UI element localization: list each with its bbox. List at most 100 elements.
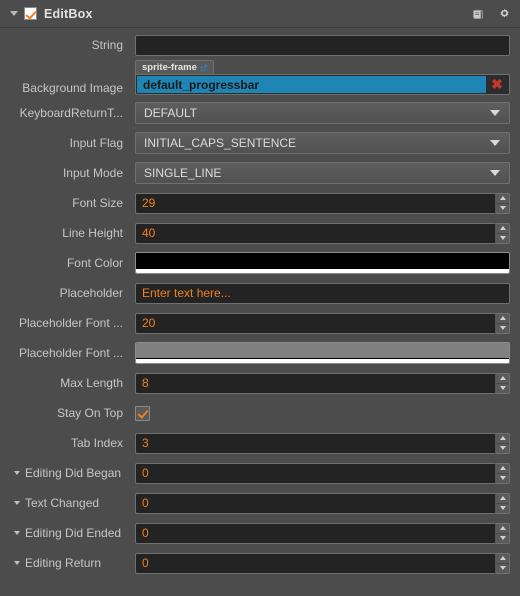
stepper-down-button[interactable] bbox=[496, 474, 509, 483]
stepper-down-button[interactable] bbox=[496, 234, 509, 243]
event-label-text: Editing Did Ended bbox=[25, 526, 122, 540]
tab-index-stepper[interactable] bbox=[495, 432, 510, 454]
label-keyboard-return-type: KeyboardReturnT... bbox=[19, 106, 123, 120]
editing-did-ended-input[interactable]: 0 bbox=[135, 522, 495, 544]
line-height-input[interactable]: 40 bbox=[135, 222, 495, 244]
keyboard-return-type-value: DEFAULT bbox=[144, 106, 198, 120]
expand-triangle-icon[interactable] bbox=[14, 561, 20, 565]
field-placeholder-font-color bbox=[135, 342, 510, 364]
field-max-length: 8 bbox=[135, 372, 510, 394]
expand-triangle-icon[interactable] bbox=[14, 531, 20, 535]
input-flag-select[interactable]: INITIAL_CAPS_SENTENCE bbox=[135, 132, 510, 154]
text-changed-input[interactable]: 0 bbox=[135, 492, 495, 514]
field-editing-return: 0 bbox=[135, 552, 510, 574]
chevron-down-icon bbox=[490, 170, 500, 176]
font-size-stepper[interactable] bbox=[495, 192, 510, 214]
stepper-up-button[interactable] bbox=[496, 494, 509, 504]
stepper-up-button[interactable] bbox=[496, 524, 509, 534]
font-color-fill bbox=[136, 253, 509, 268]
stepper-up-button[interactable] bbox=[496, 314, 509, 324]
help-icon[interactable] bbox=[471, 8, 484, 21]
caret-up-icon bbox=[499, 496, 506, 500]
label-text-changed[interactable]: Text Changed bbox=[10, 496, 135, 510]
label-editing-did-ended[interactable]: Editing Did Ended bbox=[10, 526, 135, 540]
stepper-up-button[interactable] bbox=[496, 224, 509, 234]
editing-did-began-stepper[interactable] bbox=[495, 462, 510, 484]
caret-up-icon bbox=[499, 556, 506, 560]
component-enabled-checkbox[interactable] bbox=[24, 7, 37, 20]
gear-icon[interactable] bbox=[498, 8, 511, 21]
stay-on-top-checkbox[interactable] bbox=[135, 405, 150, 421]
placeholder-font-size-input[interactable]: 20 bbox=[135, 312, 495, 334]
label-input-flag: Input Flag bbox=[69, 136, 123, 150]
property-row-string: String bbox=[0, 30, 520, 60]
field-font-size: 29 bbox=[135, 192, 510, 214]
stepper-down-button[interactable] bbox=[496, 384, 509, 393]
expand-triangle-icon[interactable] bbox=[14, 471, 20, 475]
stepper-down-button[interactable] bbox=[496, 324, 509, 333]
asset-field[interactable]: default_progressbar ✖ bbox=[135, 74, 510, 95]
page-title: EditBox bbox=[44, 6, 93, 21]
placeholder-font-color-swatch[interactable] bbox=[135, 342, 510, 364]
stepper-down-button[interactable] bbox=[496, 534, 509, 543]
label-string: String bbox=[91, 38, 123, 52]
editing-did-began-input[interactable]: 0 bbox=[135, 462, 495, 484]
caret-down-icon bbox=[499, 506, 506, 510]
font-size-input[interactable]: 29 bbox=[135, 192, 495, 214]
placeholder-input[interactable]: Enter text here... bbox=[135, 282, 510, 304]
component-header[interactable]: EditBox bbox=[0, 0, 520, 28]
stepper-up-button[interactable] bbox=[496, 374, 509, 384]
field-string bbox=[135, 34, 510, 56]
label-editing-return[interactable]: Editing Return bbox=[10, 556, 135, 570]
field-background-image: sprite-frame default_progressbar ✖ bbox=[135, 60, 510, 95]
event-row-text-changed: Text Changed 0 bbox=[0, 488, 520, 518]
stepper-up-button[interactable] bbox=[496, 434, 509, 444]
field-editing-did-began: 0 bbox=[135, 462, 510, 484]
label-max-length: Max Length bbox=[60, 376, 123, 390]
text-changed-stepper[interactable] bbox=[495, 492, 510, 514]
keyboard-return-type-select[interactable]: DEFAULT bbox=[135, 102, 510, 124]
string-input[interactable] bbox=[135, 34, 510, 56]
max-length-input[interactable]: 8 bbox=[135, 372, 495, 394]
placeholder-font-size-stepper[interactable] bbox=[495, 312, 510, 334]
external-link-icon[interactable] bbox=[200, 64, 208, 72]
field-stay-on-top bbox=[135, 405, 510, 421]
stepper-down-button[interactable] bbox=[496, 564, 509, 573]
stepper-down-button[interactable] bbox=[496, 204, 509, 213]
label-editing-did-began[interactable]: Editing Did Began bbox=[10, 466, 135, 480]
property-row-placeholder: Placeholder Enter text here... bbox=[0, 278, 520, 308]
line-height-stepper[interactable] bbox=[495, 222, 510, 244]
input-mode-select[interactable]: SINGLE_LINE bbox=[135, 162, 510, 184]
property-row-line-height: Line Height 40 bbox=[0, 218, 520, 248]
stepper-down-button[interactable] bbox=[496, 504, 509, 513]
tab-index-input[interactable]: 3 bbox=[135, 432, 495, 454]
max-length-stepper[interactable] bbox=[495, 372, 510, 394]
expand-triangle-icon[interactable] bbox=[14, 501, 20, 505]
stepper-down-button[interactable] bbox=[496, 444, 509, 453]
field-input-flag: INITIAL_CAPS_SENTENCE bbox=[135, 132, 510, 154]
event-row-editing-did-began: Editing Did Began 0 bbox=[0, 458, 520, 488]
stepper-up-button[interactable] bbox=[496, 194, 509, 204]
label-placeholder-font-size: Placeholder Font ... bbox=[18, 316, 123, 330]
editing-return-stepper[interactable] bbox=[495, 552, 510, 574]
asset-value[interactable]: default_progressbar bbox=[137, 76, 486, 93]
property-row-stay-on-top: Stay On Top bbox=[0, 398, 520, 428]
collapse-triangle-icon[interactable] bbox=[10, 11, 18, 16]
property-row-font-size: Font Size 29 bbox=[0, 188, 520, 218]
caret-up-icon bbox=[499, 466, 506, 470]
font-color-alpha-bar bbox=[136, 268, 509, 273]
remove-asset-button[interactable]: ✖ bbox=[486, 76, 508, 93]
caret-down-icon bbox=[499, 236, 506, 240]
caret-up-icon bbox=[499, 376, 506, 380]
caret-down-icon bbox=[499, 446, 506, 450]
property-row-input-flag: Input Flag INITIAL_CAPS_SENTENCE bbox=[0, 128, 520, 158]
stepper-up-button[interactable] bbox=[496, 464, 509, 474]
editing-did-ended-stepper[interactable] bbox=[495, 522, 510, 544]
font-color-swatch[interactable] bbox=[135, 252, 510, 274]
label-placeholder: Placeholder bbox=[59, 286, 123, 300]
caret-down-icon bbox=[499, 206, 506, 210]
caret-up-icon bbox=[499, 436, 506, 440]
field-tab-index: 3 bbox=[135, 432, 510, 454]
editing-return-input[interactable]: 0 bbox=[135, 552, 495, 574]
stepper-up-button[interactable] bbox=[496, 554, 509, 564]
